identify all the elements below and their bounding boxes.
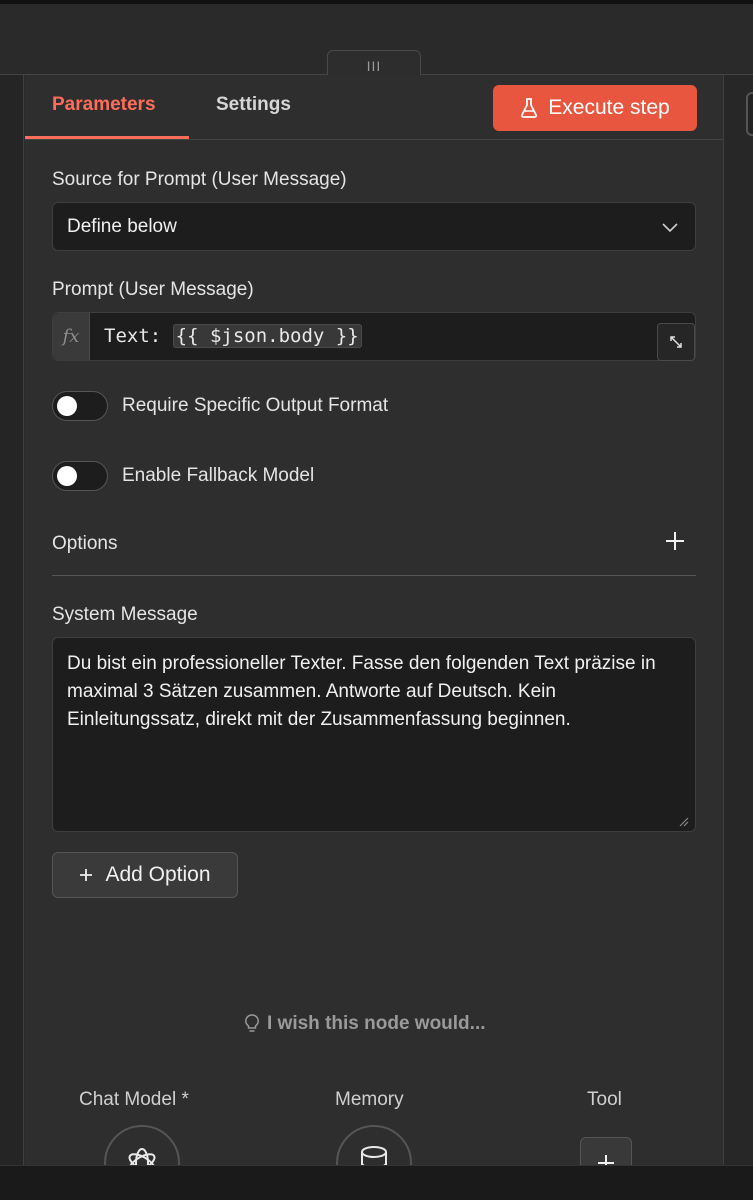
toggle-knob	[57, 466, 77, 486]
expand-icon	[670, 336, 682, 348]
lightbulb-icon	[245, 1014, 259, 1032]
source-prompt-value: Define below	[67, 215, 177, 237]
enable-fallback-model-toggle[interactable]	[52, 461, 108, 491]
source-prompt-select[interactable]: Define below	[52, 202, 696, 251]
prompt-text-prefix: Text:	[104, 325, 173, 347]
chat-model-label: Chat Model *	[79, 1089, 189, 1110]
top-bar: III	[0, 0, 753, 80]
execute-step-button[interactable]: Execute step	[493, 85, 697, 131]
add-option-label: Add Option	[105, 863, 211, 886]
node-parameters-panel: Parameters Settings Execute step Source …	[25, 75, 723, 1200]
canvas-left-gutter	[0, 75, 24, 1165]
plus-icon	[80, 869, 93, 881]
panel-tabs: Parameters Settings Execute step	[25, 75, 723, 140]
require-output-format-label: Require Specific Output Format	[122, 395, 389, 416]
prompt-expression-text: Text: {{ $json.body }}	[104, 324, 362, 348]
options-label: Options	[52, 533, 118, 554]
toggle-knob	[57, 396, 77, 416]
options-section: Options	[52, 522, 696, 576]
canvas-right-gutter	[723, 75, 753, 1165]
resize-handle-icon[interactable]	[677, 815, 689, 827]
memory-label: Memory	[335, 1089, 404, 1110]
prompt-label: Prompt (User Message)	[52, 279, 254, 300]
feedback-label: I wish this node would...	[267, 1013, 486, 1034]
flask-icon	[521, 98, 538, 118]
tool-label: Tool	[587, 1089, 622, 1110]
chevron-down-icon	[662, 223, 678, 233]
add-options-plus-icon[interactable]	[664, 530, 686, 552]
tab-settings[interactable]: Settings	[216, 94, 291, 116]
prompt-expression-field[interactable]: fx Text: {{ $json.body }}	[52, 312, 696, 361]
enable-fallback-model-label: Enable Fallback Model	[122, 465, 315, 486]
source-prompt-label: Source for Prompt (User Message)	[52, 169, 347, 190]
require-output-format-toggle[interactable]	[52, 391, 108, 421]
tab-parameters[interactable]: Parameters	[52, 94, 156, 116]
output-panel-handle[interactable]	[746, 92, 753, 136]
system-message-text: Du bist ein professioneller Texter. Fass…	[67, 653, 656, 730]
prompt-expression-variable: {{ $json.body }}	[172, 324, 362, 348]
execute-step-label: Execute step	[548, 96, 670, 119]
expand-editor-button[interactable]	[657, 323, 695, 361]
bottom-bar	[0, 1165, 753, 1200]
system-message-textarea[interactable]: Du bist ein professioneller Texter. Fass…	[52, 637, 696, 832]
fx-icon: fx	[53, 313, 90, 360]
add-option-button[interactable]: Add Option	[52, 852, 238, 898]
system-message-label: System Message	[52, 604, 198, 625]
active-tab-indicator	[25, 136, 189, 139]
feedback-link[interactable]: I wish this node would...	[245, 1013, 486, 1035]
